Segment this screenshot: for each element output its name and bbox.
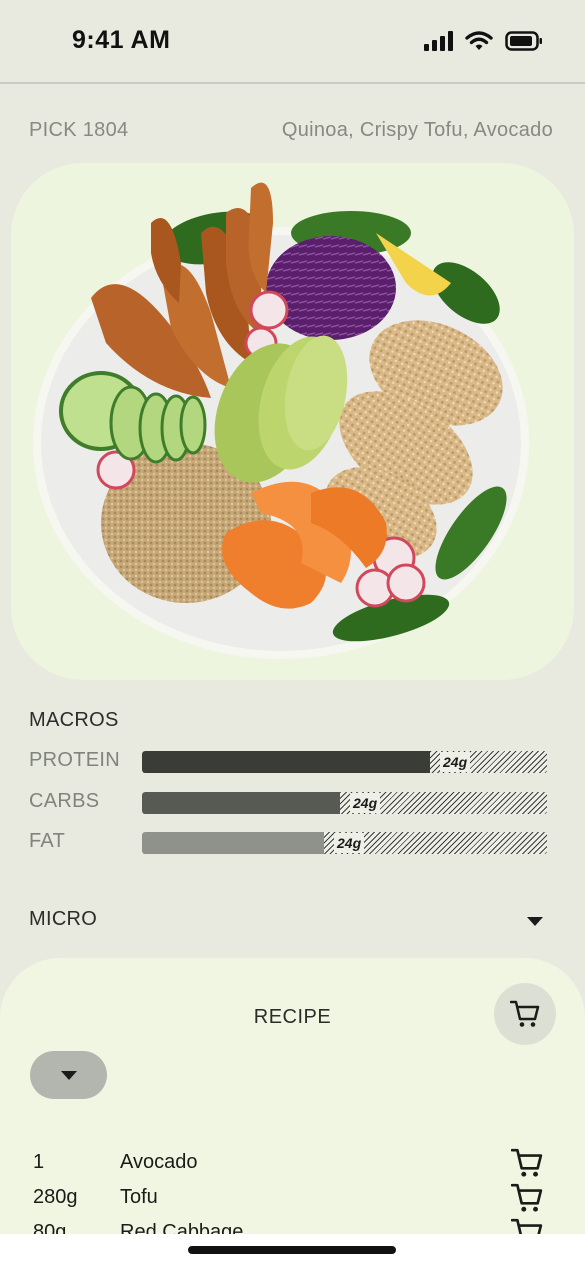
macro-bar: 24g <box>142 751 547 773</box>
macro-row-carbs: CARBS 24g <box>29 790 549 814</box>
dish-image <box>11 163 574 680</box>
macro-fill <box>142 792 341 814</box>
macro-value: 24g <box>350 793 381 813</box>
macro-label: CARBS <box>29 790 100 812</box>
wifi-icon <box>465 31 493 50</box>
ingredient-qty: 280g <box>33 1186 78 1208</box>
pick-header: PICK 1804 Quinoa, Crispy Tofu, Avocado <box>29 119 553 142</box>
status-time: 9:41 AM <box>72 26 171 54</box>
ingredient-name: Tofu <box>120 1186 158 1208</box>
cart-icon[interactable] <box>511 1183 543 1213</box>
macro-bar: 24g <box>142 792 547 814</box>
status-bar: 9:41 AM <box>0 0 585 84</box>
chevron-down-icon <box>527 917 543 926</box>
macro-fill <box>142 832 325 854</box>
macro-value: 24g <box>334 833 365 853</box>
home-indicator[interactable] <box>188 1246 396 1254</box>
cart-icon <box>510 1000 540 1027</box>
servings-dropdown[interactable] <box>30 1051 107 1099</box>
home-indicator-area <box>0 1234 585 1266</box>
bowl-illustration <box>33 182 529 659</box>
macro-label: FAT <box>29 830 66 852</box>
status-icons <box>424 30 543 52</box>
macro-value: 24g <box>440 752 471 772</box>
ingredient-name: Avocado <box>120 1151 198 1173</box>
dish-name: Quinoa, Crispy Tofu, Avocado <box>281 119 553 141</box>
macro-fill <box>142 751 430 773</box>
recipe-card: RECIPE 1 Avocado 280g Tofu 80g Red Cabba… <box>0 958 585 1266</box>
signal-icon <box>424 31 453 51</box>
cart-icon[interactable] <box>511 1148 543 1178</box>
ingredient-row: 1 Avocado <box>33 1148 543 1181</box>
battery-icon <box>505 31 542 51</box>
macro-row-fat: FAT 24g <box>29 830 549 854</box>
ingredient-row: 280g Tofu <box>33 1183 543 1216</box>
ingredient-qty: 1 <box>33 1151 45 1173</box>
macro-label: PROTEIN <box>29 749 120 771</box>
micro-dropdown[interactable]: MICRO <box>29 908 547 934</box>
macros-title: MACROS <box>29 709 119 731</box>
macro-bar: 24g <box>142 832 547 854</box>
screen: 9:41 AM PICK 1804 Quinoa, Crispy Tofu, A… <box>0 0 585 1266</box>
add-all-to-cart-button[interactable] <box>494 983 556 1045</box>
macro-row-protein: PROTEIN 24g <box>29 749 549 773</box>
micro-label: MICRO <box>29 908 98 930</box>
pick-id: PICK 1804 <box>29 119 129 141</box>
chevron-down-icon <box>60 1070 77 1080</box>
